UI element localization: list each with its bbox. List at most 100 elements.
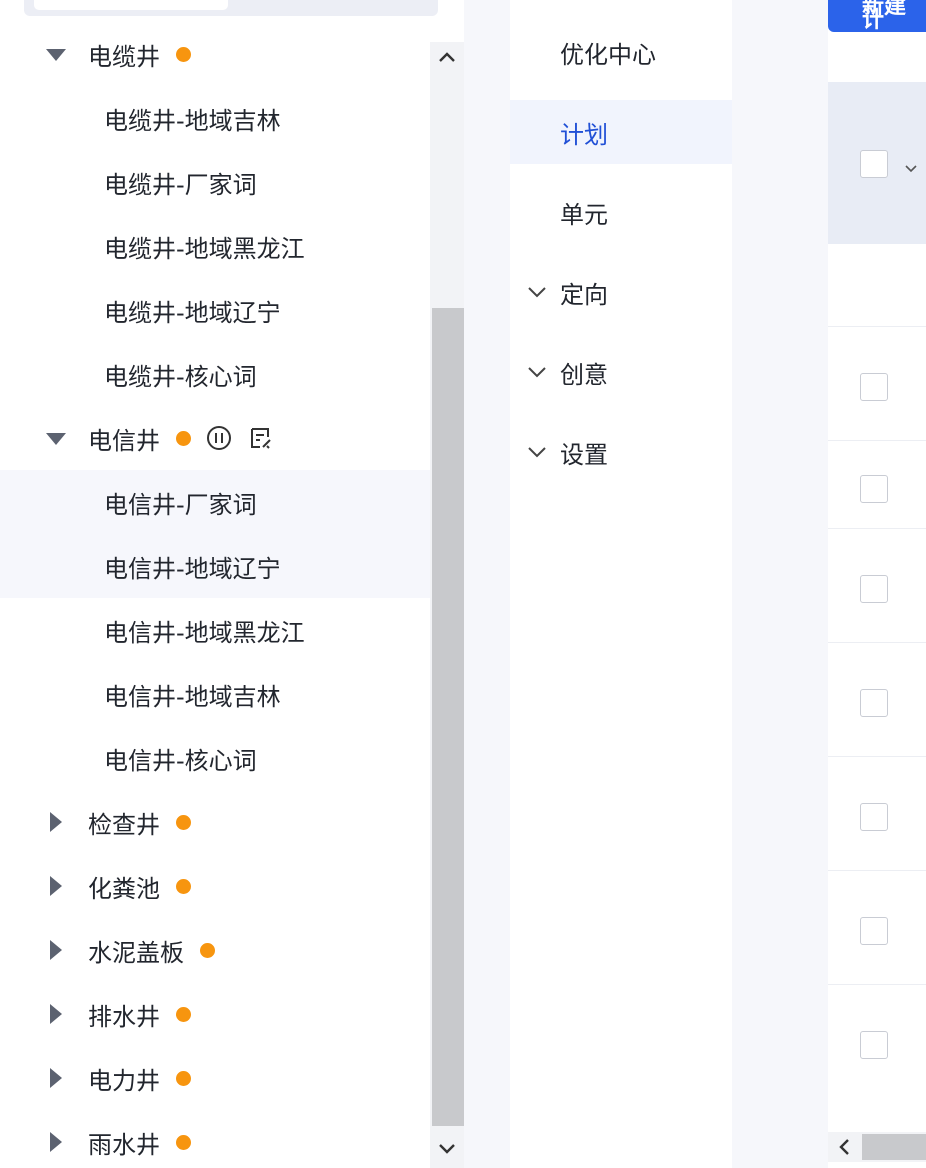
new-plan-button[interactable]: 新建计 bbox=[828, 0, 926, 32]
caret-right-icon[interactable] bbox=[50, 812, 62, 832]
nav-item[interactable]: 计划 bbox=[510, 100, 732, 164]
nav-item-label: 优化中心 bbox=[560, 40, 656, 69]
table-horizontal-scrollbar[interactable] bbox=[828, 1132, 926, 1162]
tree-group[interactable]: 排水井 bbox=[0, 982, 430, 1046]
nav-item-label: 创意 bbox=[560, 360, 608, 389]
table-row bbox=[828, 984, 926, 1099]
row-checkbox[interactable] bbox=[860, 689, 888, 717]
tree-node-label: 电缆井-地域黑龙江 bbox=[104, 234, 305, 263]
caret-right-icon[interactable] bbox=[50, 1068, 62, 1088]
row-checkbox[interactable] bbox=[860, 1031, 888, 1059]
status-dot-icon bbox=[176, 46, 191, 62]
plan-tree-panel: 电缆井电缆井-地域吉林 电缆井-厂家词电缆井-地域黑龙江 电缆井-地域辽宁 电缆井-核… bbox=[0, 0, 464, 1168]
tree-node-label: 水泥盖板 bbox=[88, 938, 184, 967]
caret-right-icon[interactable] bbox=[50, 940, 62, 960]
app-root: 电缆井电缆井-地域吉林 电缆井-厂家词电缆井-地域黑龙江 电缆井-地域辽宁 电缆井-核… bbox=[0, 0, 926, 1168]
tree-group[interactable]: 检查井 bbox=[0, 790, 430, 854]
row-checkbox[interactable] bbox=[860, 803, 888, 831]
select-all-checkbox[interactable] bbox=[860, 150, 888, 178]
select-dropdown-icon[interactable] bbox=[904, 158, 918, 177]
edit-note-icon[interactable] bbox=[247, 424, 275, 452]
tree-item[interactable]: 电信井-地域辽宁 bbox=[0, 534, 430, 598]
status-dot-icon bbox=[176, 1070, 191, 1086]
chevron-down-icon[interactable] bbox=[526, 441, 548, 469]
tree-item[interactable]: 电信井-核心词 bbox=[0, 726, 430, 790]
tree-group[interactable]: 化粪池 bbox=[0, 854, 430, 918]
tree-node-label: 电信井-核心词 bbox=[104, 746, 257, 775]
status-dot-icon bbox=[200, 942, 215, 958]
tree-node-label: 电信井-厂家词 bbox=[104, 490, 257, 519]
status-dot-icon bbox=[176, 430, 191, 446]
tree-group[interactable]: 电力井 bbox=[0, 1046, 430, 1110]
chevron-down-icon[interactable] bbox=[526, 281, 548, 309]
tree-node-label: 电力井 bbox=[88, 1066, 160, 1095]
scroll-left-icon[interactable] bbox=[832, 1136, 856, 1158]
caret-right-icon[interactable] bbox=[50, 1132, 62, 1152]
pause-icon[interactable] bbox=[205, 424, 233, 452]
tree-item[interactable]: 电信井-厂家词 bbox=[0, 470, 430, 534]
table-header bbox=[828, 82, 926, 244]
caret-right-icon[interactable] bbox=[50, 1004, 62, 1024]
nav-item[interactable]: 优化中心 bbox=[510, 20, 732, 84]
tree-node-label: 电缆井-核心词 bbox=[104, 362, 257, 391]
tree-group[interactable]: 水泥盖板 bbox=[0, 918, 430, 982]
tree-item[interactable]: 电缆井-地域吉林 bbox=[0, 86, 430, 150]
nav-item[interactable]: 设置 bbox=[510, 420, 732, 484]
scroll-up-icon[interactable] bbox=[430, 42, 464, 72]
tree-node-label: 电缆井-地域辽宁 bbox=[104, 298, 281, 327]
tree-group[interactable]: 电信井 bbox=[0, 406, 430, 470]
chevron-down-icon[interactable] bbox=[526, 361, 548, 389]
row-checkbox[interactable] bbox=[860, 373, 888, 401]
level-nav-panel: 优化中心计划单元定向创意设置 bbox=[510, 0, 732, 1168]
tree-node-label: 化粪池 bbox=[88, 874, 160, 903]
row-checkbox[interactable] bbox=[860, 575, 888, 603]
caret-down-icon[interactable] bbox=[46, 433, 66, 445]
tree-item[interactable]: 电信井-地域黑龙江 bbox=[0, 598, 430, 662]
status-dot-icon bbox=[176, 878, 191, 894]
tree-group[interactable]: 雨水井 bbox=[0, 1110, 430, 1168]
tree-item[interactable]: 电信井-地域吉林 bbox=[0, 662, 430, 726]
nav-item-label: 计划 bbox=[560, 120, 608, 149]
tree-node-label: 电信井 bbox=[88, 426, 160, 455]
scroll-down-icon[interactable] bbox=[430, 1134, 464, 1164]
status-dot-icon bbox=[176, 1134, 191, 1150]
table-row bbox=[828, 440, 926, 529]
tree-node-label: 雨水井 bbox=[88, 1130, 160, 1159]
table-row bbox=[828, 528, 926, 643]
caret-down-icon[interactable] bbox=[46, 49, 66, 61]
nav-item[interactable]: 定向 bbox=[510, 260, 732, 324]
tree-item[interactable]: 电缆井-地域辽宁 bbox=[0, 278, 430, 342]
row-checkbox[interactable] bbox=[860, 475, 888, 503]
hscroll-thumb[interactable] bbox=[862, 1134, 926, 1160]
table-row bbox=[828, 326, 926, 441]
nav-item[interactable]: 单元 bbox=[510, 180, 732, 244]
tree-node-label: 电缆井-地域吉林 bbox=[104, 106, 281, 135]
nav-item[interactable]: 创意 bbox=[510, 340, 732, 404]
level-nav: 优化中心计划单元定向创意设置 bbox=[510, 20, 732, 500]
tree-node-label: 检查井 bbox=[88, 810, 160, 839]
tree-node-label: 电缆井 bbox=[88, 42, 160, 71]
tree-item[interactable]: 电缆井-厂家词 bbox=[0, 150, 430, 214]
status-dot-icon bbox=[176, 1006, 191, 1022]
status-dot-icon bbox=[176, 814, 191, 830]
table-row bbox=[828, 756, 926, 871]
tree-node-label: 电信井-地域辽宁 bbox=[104, 554, 281, 583]
nav-item-label: 单元 bbox=[560, 200, 608, 229]
tree-group[interactable]: 电缆井 bbox=[0, 22, 430, 86]
tree-search-box[interactable] bbox=[24, 0, 438, 16]
tree-node-label: 电信井-地域黑龙江 bbox=[104, 618, 305, 647]
tree-item[interactable]: 电缆井-地域黑龙江 bbox=[0, 214, 430, 278]
tree-node-label: 电信井-地域吉林 bbox=[104, 682, 281, 711]
tree-node-label: 电缆井-厂家词 bbox=[104, 170, 257, 199]
nav-item-label: 设置 bbox=[560, 440, 608, 469]
row-checkbox[interactable] bbox=[860, 917, 888, 945]
tree-node-label: 排水井 bbox=[88, 1002, 160, 1031]
plan-table: 新建计 bbox=[828, 0, 926, 1168]
caret-right-icon[interactable] bbox=[50, 876, 62, 896]
table-row bbox=[828, 870, 926, 985]
scroll-thumb[interactable] bbox=[432, 308, 464, 1126]
tree-vertical-scrollbar[interactable] bbox=[430, 42, 464, 1168]
plan-tree: 电缆井电缆井-地域吉林 电缆井-厂家词电缆井-地域黑龙江 电缆井-地域辽宁 电缆井-核… bbox=[0, 22, 430, 1168]
table-row bbox=[828, 642, 926, 757]
tree-item[interactable]: 电缆井-核心词 bbox=[0, 342, 430, 406]
